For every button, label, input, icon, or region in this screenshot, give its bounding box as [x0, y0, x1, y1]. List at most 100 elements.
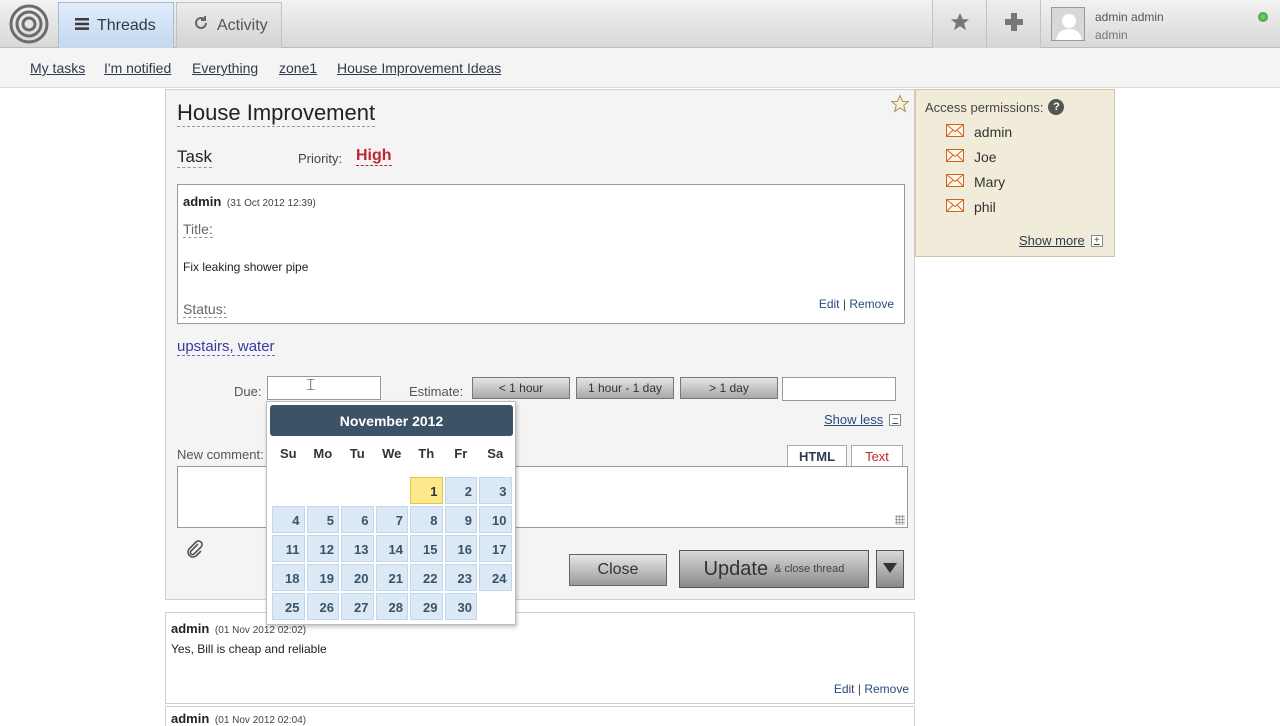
task-tags[interactable]: upstairs, water [177, 338, 275, 356]
user-menu[interactable]: admin admin admin [1040, 0, 1280, 48]
help-icon[interactable]: ? [1048, 99, 1065, 115]
priority-value[interactable]: High [356, 147, 392, 166]
calendar-day[interactable]: 16 [444, 535, 477, 562]
remove-link[interactable]: Remove [849, 297, 894, 311]
due-label: Due: [234, 384, 262, 399]
estimate-label: Estimate: [409, 384, 464, 399]
calendar-day[interactable]: 12 [306, 535, 339, 562]
title-field-value: Fix leaking shower pipe [183, 260, 309, 274]
calendar-day[interactable]: 14 [375, 535, 408, 562]
status-field-label[interactable]: Status: [183, 301, 227, 318]
calendar-day[interactable]: 27 [341, 593, 374, 620]
envelope-icon [946, 174, 964, 190]
calendar-day[interactable]: 6 [341, 506, 374, 533]
calendar-day[interactable]: 24 [479, 564, 512, 591]
due-date-input[interactable] [267, 376, 381, 400]
calendar-day[interactable]: 22 [410, 564, 443, 591]
title-field-label[interactable]: Title: [183, 221, 213, 238]
remove-link[interactable]: Remove [864, 682, 909, 696]
nav-notified[interactable]: I'm notified [104, 60, 171, 76]
calendar-day[interactable]: 26 [306, 593, 339, 620]
calendar-day[interactable]: 15 [410, 535, 443, 562]
description-actions: Edit | Remove [819, 297, 894, 311]
nav-house-improvement-ideas[interactable]: House Improvement Ideas [337, 60, 501, 76]
permission-user[interactable]: Mary [946, 174, 1005, 190]
weekday-label: Su [279, 446, 297, 461]
nav-everything[interactable]: Everything [192, 60, 258, 76]
calendar-empty-cell [307, 477, 340, 504]
refresh-icon [193, 15, 209, 36]
show-more-label: Show more [1019, 233, 1085, 248]
estimate-hour-to-day-button[interactable]: 1 hour - 1 day [576, 377, 674, 399]
collapse-icon: − [889, 413, 902, 426]
paperclip-icon[interactable] [186, 540, 204, 563]
calendar-day[interactable]: 28 [375, 593, 408, 620]
permission-user[interactable]: phil [946, 199, 996, 215]
online-status-icon [1258, 12, 1268, 22]
weekday-label: Tu [349, 446, 365, 461]
tab-text[interactable]: Text [851, 445, 903, 467]
page-title[interactable]: House Improvement [177, 100, 376, 127]
favorite-star-icon[interactable] [890, 94, 910, 119]
calendar-day[interactable]: 18 [272, 564, 305, 591]
comment-author: admin [171, 711, 210, 726]
estimate-input[interactable] [782, 377, 896, 401]
calendar-day[interactable]: 11 [272, 535, 305, 562]
estimate-under-hour-button[interactable]: < 1 hour [472, 377, 570, 399]
calendar-day[interactable]: 4 [272, 506, 305, 533]
calendar-day[interactable]: 25 [272, 593, 305, 620]
calendar-days: 1 2 3 4 5 6 7 8 9 10 11 12 13 14 15 16 17 18 19 20 21 22 23 24 2… [271, 476, 513, 621]
nav-my-tasks[interactable]: My tasks [30, 60, 85, 76]
comment-actions: Edit | Remove [834, 682, 909, 696]
calendar-day[interactable]: 8 [410, 506, 443, 533]
comment-date: (01 Nov 2012 02:02) [214, 625, 307, 636]
favorites-button[interactable] [932, 0, 986, 48]
tab-activity-label: Activity [217, 16, 268, 34]
calendar-day[interactable]: 5 [306, 506, 339, 533]
estimate-over-day-button[interactable]: > 1 day [680, 377, 778, 399]
add-button[interactable] [986, 0, 1040, 48]
calendar-day[interactable]: 7 [375, 506, 408, 533]
tab-html[interactable]: HTML [787, 445, 847, 467]
permission-user[interactable]: Joe [946, 149, 997, 165]
tab-threads[interactable]: Threads [58, 2, 174, 48]
nav-zone1[interactable]: zone1 [279, 60, 317, 76]
calendar-day[interactable]: 29 [410, 593, 443, 620]
permissions-title: Access permissions: ? [925, 99, 1065, 115]
permission-user-name: Joe [974, 149, 997, 165]
comment: admin (01 Nov 2012 02:04) [165, 706, 915, 726]
calendar-empty-cell [272, 477, 305, 504]
tab-activity[interactable]: Activity [176, 2, 282, 48]
update-button[interactable]: Update & close thread [679, 550, 869, 588]
comment-text: Yes, Bill is cheap and reliable [171, 642, 327, 656]
calendar-day[interactable]: 2 [444, 477, 477, 504]
show-less-link[interactable]: Show less − [824, 412, 902, 427]
show-more-link[interactable]: Show more + [1019, 233, 1103, 248]
calendar-day[interactable]: 9 [444, 506, 477, 533]
close-button[interactable]: Close [569, 554, 667, 586]
comment-author: admin [171, 621, 210, 636]
calendar-day[interactable]: 3 [479, 477, 512, 504]
calendar-day[interactable]: 20 [341, 564, 374, 591]
calendar-day[interactable]: 19 [306, 564, 339, 591]
weekday-label: Sa [487, 446, 504, 461]
update-menu-button[interactable] [876, 550, 904, 588]
permission-user-name: Mary [974, 174, 1006, 190]
logo-icon[interactable] [0, 0, 57, 48]
edit-link[interactable]: Edit [819, 297, 840, 311]
calendar-day[interactable]: 23 [444, 564, 477, 591]
show-less-label: Show less [824, 412, 884, 427]
task-type[interactable]: Task [177, 147, 212, 168]
calendar-day[interactable]: 10 [479, 506, 512, 533]
calendar-day[interactable]: 30 [444, 593, 477, 620]
calendar-day[interactable]: 17 [479, 535, 512, 562]
separator: | [857, 682, 861, 696]
permission-user[interactable]: admin [946, 124, 1012, 140]
calendar-day-today[interactable]: 1 [410, 477, 443, 504]
calendar-day[interactable]: 21 [375, 564, 408, 591]
edit-link[interactable]: Edit [834, 682, 855, 696]
weekday-label: Th [418, 446, 435, 461]
resize-grip-icon[interactable] [895, 515, 905, 525]
text-cursor-icon: ⌶ [306, 377, 316, 394]
calendar-day[interactable]: 13 [341, 535, 374, 562]
